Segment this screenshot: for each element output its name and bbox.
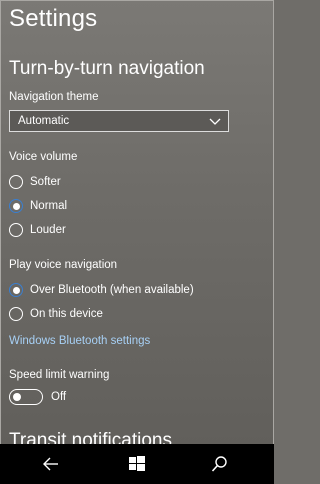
radio-normal[interactable]: Normal (9, 197, 67, 215)
voice-volume-label: Voice volume (9, 151, 78, 163)
radio-label: On this device (30, 308, 103, 320)
toggle-knob (13, 392, 21, 401)
radio-label: Softer (30, 176, 61, 188)
toggle-state-text: Off (51, 391, 67, 403)
radio-softer[interactable]: Softer (9, 173, 61, 191)
chevron-down-icon (209, 118, 221, 125)
search-icon[interactable] (210, 454, 230, 474)
radio-label: Over Bluetooth (when available) (30, 284, 194, 296)
radio-circle (9, 307, 23, 321)
speed-limit-toggle[interactable] (9, 389, 43, 405)
settings-page: Settings Turn-by-turn navigation Navigat… (0, 0, 274, 444)
radio-label: Normal (30, 200, 68, 212)
radio-circle (9, 223, 23, 237)
speed-limit-label: Speed limit warning (9, 369, 110, 381)
navigation-theme-dropdown[interactable]: Automatic (9, 110, 229, 132)
bluetooth-settings-link[interactable]: Windows Bluetooth settings (9, 335, 150, 347)
radio-circle-selected (9, 199, 23, 213)
section-title: Turn-by-turn navigation (9, 58, 205, 79)
dropdown-value: Automatic (18, 115, 70, 127)
phone-screen: Settings Turn-by-turn navigation Navigat… (0, 0, 274, 484)
radio-circle-selected (9, 283, 23, 297)
page-title: Settings (9, 5, 98, 32)
windows-logo-icon[interactable] (127, 454, 147, 474)
navigation-bar (0, 444, 274, 484)
transit-notifications-title: Transit notifications (9, 430, 172, 444)
back-arrow-icon[interactable] (41, 454, 61, 474)
navigation-theme-label: Navigation theme (9, 91, 99, 103)
radio-louder[interactable]: Louder (9, 221, 66, 239)
radio-label: Louder (30, 224, 66, 236)
play-voice-label: Play voice navigation (9, 259, 118, 271)
radio-circle (9, 175, 23, 189)
radio-on-this-device[interactable]: On this device (9, 305, 103, 323)
radio-over-bluetooth[interactable]: Over Bluetooth (when available) (9, 281, 194, 299)
